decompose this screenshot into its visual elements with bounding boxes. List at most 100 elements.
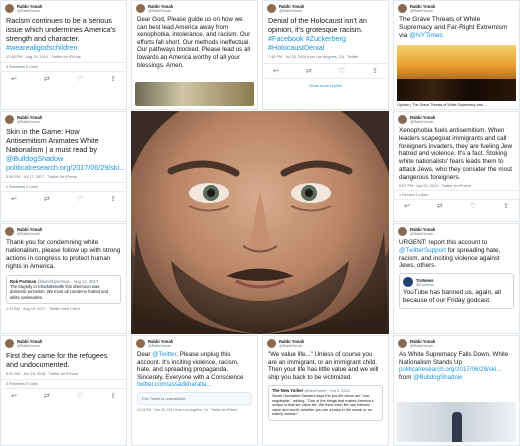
avatar[interactable] bbox=[267, 4, 276, 13]
show-more-replies[interactable]: Show more replies bbox=[263, 78, 388, 92]
tweet-card-prayer[interactable]: Rabbi Yonah @RabbiYonah Dear God, Please … bbox=[131, 0, 258, 110]
tweet-text: First they came for the refugees and und… bbox=[6, 351, 108, 369]
tweet-header: Rabbi Yonah @RabbiYonah bbox=[1, 224, 126, 236]
tweet-actions: ↩ ⇄ ♡ ⇪ bbox=[263, 63, 388, 78]
author-handle: @RabbiYonah bbox=[148, 344, 172, 348]
tweet-text: Denial of the Holocaust isn't an opinion… bbox=[263, 13, 388, 52]
avatar[interactable] bbox=[5, 339, 14, 348]
torch-crowd-silhouette bbox=[397, 79, 516, 101]
retweet-icon[interactable]: ⇄ bbox=[44, 392, 50, 400]
tweet-card-antisemitism[interactable]: Rabbi Yonah @RabbiYonah Skin in the Game:… bbox=[0, 111, 127, 222]
author-handle: @RabbiYonah bbox=[279, 344, 303, 348]
tweet-actions: ↩ ⇄ ♡ ⇪ bbox=[1, 71, 126, 86]
mention-link[interactable]: @Twitter bbox=[152, 351, 176, 358]
author-handle: @RabbiYonah bbox=[17, 9, 41, 13]
avatar[interactable] bbox=[267, 339, 276, 348]
hashtag-link[interactable]: #Facebook bbox=[268, 34, 304, 43]
retweet-icon[interactable]: ⇄ bbox=[437, 202, 443, 210]
embedded-tweet[interactable]: TruNews @TruNews YouTube has banned us, a… bbox=[399, 273, 514, 309]
like-icon[interactable]: ♡ bbox=[77, 392, 83, 400]
retweet-icon[interactable]: ⇄ bbox=[44, 75, 50, 83]
share-icon[interactable]: ⇪ bbox=[110, 195, 116, 203]
tweet-stats: 3 Retweets 6 Likes bbox=[1, 62, 126, 71]
mention-link[interactable]: @TwitterSupport bbox=[399, 247, 446, 254]
mention-link[interactable]: @NYTimes bbox=[409, 32, 443, 39]
tweet-header: Rabbi Yonah @RabbiYonah bbox=[394, 112, 519, 124]
author-handle: @RabbiYonah bbox=[17, 344, 41, 348]
tweet-card-condemn[interactable]: Rabbi Yonah @RabbiYonah Thank you for con… bbox=[0, 223, 127, 334]
avatar[interactable] bbox=[398, 115, 407, 124]
tweet-card-report-account[interactable]: Rabbi Yonah @RabbiYonah URGENT: report th… bbox=[393, 223, 520, 334]
embedded-handle: @TruNews bbox=[416, 282, 434, 287]
author-handle: @RabbiYonah bbox=[279, 9, 303, 13]
author-handle: @RabbiYonah bbox=[410, 9, 434, 13]
hashtag-link[interactable]: #wearealigodschildren bbox=[6, 43, 78, 52]
tweet-body: URGENT: report this account to bbox=[399, 239, 488, 246]
tweet-header: Rabbi Yonah @RabbiYonah bbox=[132, 336, 257, 348]
retweet-icon[interactable]: ⇄ bbox=[44, 195, 50, 203]
tweet-header: Rabbi Yonah @RabbiYonah bbox=[394, 224, 519, 236]
quoted-tweet[interactable]: Rob Portman @senrobportman · Aug 12, 201… bbox=[6, 275, 121, 304]
tweet-card-we-value-life[interactable]: Rabbi Yonah @RabbiYonah "We value life...… bbox=[262, 335, 389, 446]
hashtag-link[interactable]: #HolocaustDenial bbox=[268, 43, 324, 52]
share-icon[interactable]: ⇪ bbox=[110, 75, 116, 83]
quoted-tweet[interactable]: The New Yorker @NewYorker · Oct 3, 2018 … bbox=[268, 385, 383, 421]
tweet-text: The Grave Threats of White Supremacy and… bbox=[394, 13, 519, 40]
link-card-caption[interactable]: Opinion | The Grave Threats of White Sup… bbox=[397, 103, 516, 107]
share-icon[interactable]: ⇪ bbox=[503, 202, 509, 210]
tweet-text: As White Supremacy Falls Down, White Nat… bbox=[394, 348, 519, 381]
share-icon[interactable]: ⇪ bbox=[372, 67, 378, 75]
like-icon[interactable]: ♡ bbox=[77, 195, 83, 203]
tweet-text: Skin in the Game: How Antisemitism Anima… bbox=[1, 124, 126, 172]
hashtag-link[interactable]: #Zuckerberg bbox=[306, 34, 346, 43]
link-card-image[interactable] bbox=[397, 402, 516, 442]
retweet-icon[interactable]: ⇄ bbox=[306, 67, 312, 75]
tweet-header: Rabbi Yonah @RabbiYonah bbox=[132, 1, 257, 13]
reply-icon[interactable]: ↩ bbox=[273, 67, 279, 75]
avatar[interactable] bbox=[5, 4, 14, 13]
embedded-author: TruNews bbox=[416, 277, 434, 283]
article-link[interactable]: politicalresearch.org/2017/06/29/ski... bbox=[6, 163, 125, 172]
avatar[interactable] bbox=[398, 227, 407, 236]
reply-icon[interactable]: ↩ bbox=[11, 195, 17, 203]
avatar[interactable] bbox=[398, 339, 407, 348]
tweet-card-white-nationalism[interactable]: Rabbi Yonah @RabbiYonah As White Supremac… bbox=[393, 335, 520, 446]
quoted-author: The New Yorker bbox=[272, 388, 304, 394]
tweet-photo[interactable] bbox=[135, 82, 254, 106]
quoted-text: The tragedy in Charlottesville this afte… bbox=[10, 284, 109, 300]
tweet-body: Skin in the Game: How Antisemitism Anima… bbox=[6, 127, 99, 154]
avatar[interactable] bbox=[136, 4, 145, 13]
like-icon[interactable]: ♡ bbox=[470, 202, 476, 210]
tweet-timestamp: 6:57 PM · Apr 28, 2019 · Twitter for iPh… bbox=[399, 183, 471, 188]
tweet-header: Rabbi Yonah @RabbiYonah bbox=[1, 1, 126, 13]
tweet-card-unplug[interactable]: Rabbi Yonah @RabbiYonah Dear @Twitter, Pl… bbox=[131, 335, 258, 446]
tweet-body: Denial of the Holocaust isn't an opinion… bbox=[268, 16, 367, 34]
portrait-photo bbox=[131, 111, 389, 334]
article-link[interactable]: politicalresearch.org/2017/06/29/ski... bbox=[399, 366, 502, 373]
tweet-stats: 2 Retweets 4 Likes bbox=[1, 182, 126, 191]
author-handle: @RabbiYonah bbox=[17, 120, 41, 124]
share-icon[interactable]: ⇪ bbox=[110, 392, 116, 400]
reply-icon[interactable]: ↩ bbox=[11, 75, 17, 83]
avatar[interactable] bbox=[398, 4, 407, 13]
tweet-text: Dear @Twitter, Please unplug this accoun… bbox=[132, 348, 257, 389]
link-card-image[interactable] bbox=[397, 45, 516, 101]
tweet-timestamp: 7:48 PM · Jul 18, 2018 from Los Angeles,… bbox=[268, 55, 359, 59]
like-icon[interactable]: ♡ bbox=[77, 75, 83, 83]
mention-link[interactable]: @BulldogShadow bbox=[6, 154, 63, 163]
tweet-card-holocaust-denial[interactable]: Rabbi Yonah @RabbiYonah Denial of the Hol… bbox=[262, 0, 389, 110]
tweet-card-first-they-came[interactable]: Rabbi Yonah @RabbiYonah First they came f… bbox=[0, 335, 127, 446]
reply-icon[interactable]: ↩ bbox=[11, 392, 17, 400]
avatar[interactable] bbox=[5, 115, 14, 124]
tweet-timestamp: 1:37 AM · Aug 13, 2017 · Twitter Web Cli… bbox=[6, 306, 80, 311]
tweet-text: URGENT: report this account to @TwitterS… bbox=[394, 236, 519, 270]
reply-icon[interactable]: ↩ bbox=[404, 202, 410, 210]
tweet-card-xenophobia[interactable]: Rabbi Yonah @RabbiYonah Xenophobia fuels … bbox=[393, 111, 520, 222]
tweet-card-racism[interactable]: Rabbi Yonah @RabbiYonah Racism continues … bbox=[0, 0, 127, 110]
mention-link[interactable]: @BulldogShadow bbox=[413, 374, 462, 381]
tweet-url-link[interactable]: twitter.com/assadkharalla... bbox=[137, 381, 212, 388]
like-icon[interactable]: ♡ bbox=[339, 67, 345, 75]
tweet-card-white-supremacy[interactable]: Rabbi Yonah @RabbiYonah The Grave Threats… bbox=[393, 0, 520, 110]
avatar[interactable] bbox=[5, 227, 14, 236]
avatar[interactable] bbox=[136, 339, 145, 348]
